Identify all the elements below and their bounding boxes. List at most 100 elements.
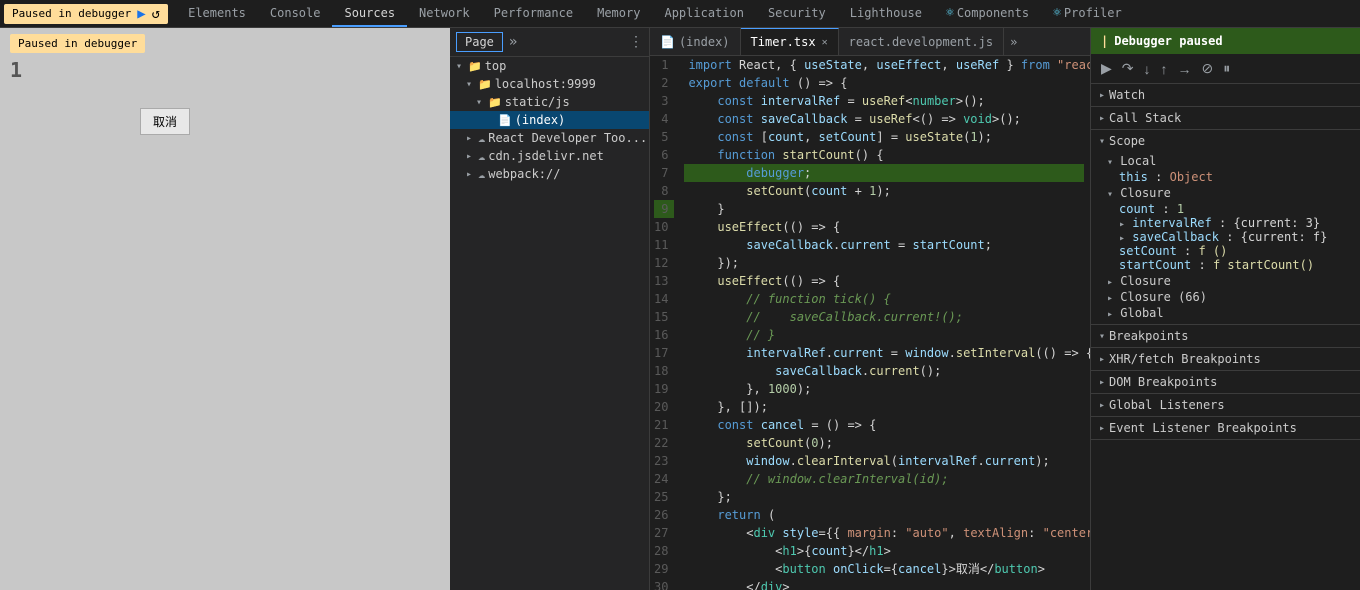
local-header[interactable]: ▾ Local (1107, 154, 1352, 168)
event-listeners-header[interactable]: ▸ Event Listener Breakpoints (1091, 417, 1360, 439)
breakpoints-arrow: ▾ (1099, 331, 1105, 342)
close-timer-tab[interactable]: ✕ (822, 37, 828, 48)
global-listeners-label: Global Listeners (1109, 398, 1225, 412)
folder-icon-top: 📁 (468, 60, 482, 73)
scope-section: ▾ Scope ▾ Local this : Object (1091, 130, 1360, 325)
global-listeners-section: ▸ Global Listeners (1091, 394, 1360, 417)
watch-arrow: ▸ (1099, 90, 1105, 101)
deactivate-btn[interactable]: ⊘ (1198, 58, 1218, 79)
xhr-header[interactable]: ▸ XHR/fetch Breakpoints (1091, 348, 1360, 370)
tab-application[interactable]: Application (652, 0, 755, 27)
right-panel: | Debugger paused ▶ ↷ ↓ ↑ → ⊘ ⏸ ▸ Watch (1090, 28, 1360, 590)
scope-arrow: ▾ (1099, 136, 1105, 147)
folder-icon-localhost: 📁 (478, 78, 492, 91)
closure-intervalref: ▸ intervalRef : {current: 3} (1107, 216, 1352, 230)
cloud-icon-cdn: ☁ (478, 149, 485, 163)
event-listeners-label: Event Listener Breakpoints (1109, 421, 1297, 435)
tree-item-webpack[interactable]: ☁ webpack:// (450, 165, 649, 183)
tree-item-staticjs[interactable]: 📁 static/js (450, 93, 649, 111)
closure-startcount: startCount : f startCount() (1107, 258, 1352, 272)
pause-on-exception-btn[interactable]: ⏸ (1219, 58, 1234, 79)
step-into-btn[interactable]: ↓ (1140, 59, 1155, 79)
paused-label: Paused in debugger (12, 7, 131, 20)
xhr-section: ▸ XHR/fetch Breakpoints (1091, 348, 1360, 371)
top-bar: Paused in debugger ▶ ↺ Elements Console … (0, 0, 1360, 28)
callstack-header[interactable]: ▸ Call Stack (1091, 107, 1360, 129)
folder-icon-staticjs: 📁 (488, 96, 502, 109)
tree-item-index[interactable]: 📄 (index) (450, 111, 649, 129)
paused-text: Paused in debugger (18, 37, 137, 50)
tree-label-cdn: cdn.jsdelivr.net (488, 149, 604, 163)
code-area[interactable]: 1234567891011121314151617181920212223242… (650, 56, 1090, 590)
breakpoints-section: ▾ Breakpoints (1091, 325, 1360, 348)
tab-sources[interactable]: Sources (332, 0, 407, 27)
scope-label: Scope (1109, 134, 1145, 148)
tree-more-icon[interactable]: » (509, 34, 517, 50)
paused-banner-top: Paused in debugger ▶ ↺ (4, 4, 168, 24)
resume-btn[interactable]: ▶ (1097, 58, 1116, 79)
debugger-header-label: Debugger paused (1114, 34, 1222, 48)
arrow-top (456, 61, 468, 72)
tree-item-top[interactable]: 📁 top (450, 57, 649, 75)
closure2-header[interactable]: ▸ Closure (1107, 274, 1352, 288)
resume-icon[interactable]: ▶ (137, 6, 145, 22)
code-tab-react[interactable]: react.development.js (839, 28, 1005, 55)
step-over-icon[interactable]: ↺ (152, 6, 160, 22)
arrow-staticjs (476, 97, 488, 108)
step-over-btn[interactable]: ↷ (1118, 58, 1138, 79)
tab-memory[interactable]: Memory (585, 0, 652, 27)
closure-header[interactable]: ▾ Closure (1107, 186, 1352, 200)
global-header[interactable]: ▸ Global (1107, 306, 1352, 320)
xhr-label: XHR/fetch Breakpoints (1109, 352, 1261, 366)
tab-profiler[interactable]: ⚛ Profiler (1041, 0, 1134, 27)
tree-label-react-dev: React Developer Too... (488, 131, 647, 145)
tree-label-top: top (485, 59, 507, 73)
main-area: Paused in debugger 1 取消 Page » ⋮ 📁 top 📁… (0, 28, 1360, 590)
preview-pane: Paused in debugger 1 取消 (0, 28, 450, 590)
arrow-react-dev (466, 133, 478, 144)
page-tab[interactable]: Page (456, 32, 503, 52)
scope-header[interactable]: ▾ Scope (1091, 130, 1360, 152)
tab-console[interactable]: Console (258, 0, 333, 27)
closure-count: count : 1 (1107, 202, 1352, 216)
arrow-localhost (466, 79, 478, 90)
code-content[interactable]: import React, { useState, useEffect, use… (678, 56, 1090, 590)
cancel-button[interactable]: 取消 (140, 108, 190, 135)
page-number: 1 (10, 58, 22, 82)
tree-item-cdn[interactable]: ☁ cdn.jsdelivr.net (450, 147, 649, 165)
watch-header[interactable]: ▸ Watch (1091, 84, 1360, 106)
tree-label-staticjs: static/js (505, 95, 570, 109)
step-btn[interactable]: → (1174, 59, 1196, 79)
devtools-tabs: Elements Console Sources Network Perform… (176, 0, 1356, 27)
tree-label-index: (index) (515, 113, 566, 127)
code-tabs-more[interactable]: » (1004, 35, 1023, 49)
tab-lighthouse[interactable]: Lighthouse (838, 0, 934, 27)
callstack-section: ▸ Call Stack (1091, 107, 1360, 130)
tab-components[interactable]: ⚛ Components (934, 0, 1041, 27)
tab-elements[interactable]: Elements (176, 0, 258, 27)
arrow-webpack (466, 169, 478, 180)
global-listeners-header[interactable]: ▸ Global Listeners (1091, 394, 1360, 416)
closure-setcount: setCount : f () (1107, 244, 1352, 258)
code-tab-index[interactable]: 📄 (index) (650, 28, 741, 55)
code-tab-timer[interactable]: Timer.tsx ✕ (741, 28, 839, 55)
debug-controls: ▶ ↷ ↓ ↑ → ⊘ ⏸ (1091, 54, 1360, 84)
tree-item-react-dev[interactable]: ☁ React Developer Too... (450, 129, 649, 147)
dom-arrow: ▸ (1099, 377, 1105, 388)
closure3-header[interactable]: ▸ Closure (66) (1107, 290, 1352, 304)
tree-toolbar: Page » ⋮ (450, 28, 649, 57)
breakpoints-header[interactable]: ▾ Breakpoints (1091, 325, 1360, 347)
tree-item-localhost[interactable]: 📁 localhost:9999 (450, 75, 649, 93)
code-pane: 📄 (index) Timer.tsx ✕ react.development.… (650, 28, 1090, 590)
tab-performance[interactable]: Performance (482, 0, 585, 27)
event-listeners-section: ▸ Event Listener Breakpoints (1091, 417, 1360, 440)
tab-network[interactable]: Network (407, 0, 482, 27)
tab-security[interactable]: Security (756, 0, 838, 27)
cloud-icon-react: ☁ (478, 131, 485, 145)
watch-label: Watch (1109, 88, 1145, 102)
step-out-btn[interactable]: ↑ (1157, 59, 1172, 79)
tree-menu-icon[interactable]: ⋮ (629, 34, 643, 50)
global-listeners-arrow: ▸ (1099, 400, 1105, 411)
dom-header[interactable]: ▸ DOM Breakpoints (1091, 371, 1360, 393)
callstack-arrow: ▸ (1099, 113, 1105, 124)
